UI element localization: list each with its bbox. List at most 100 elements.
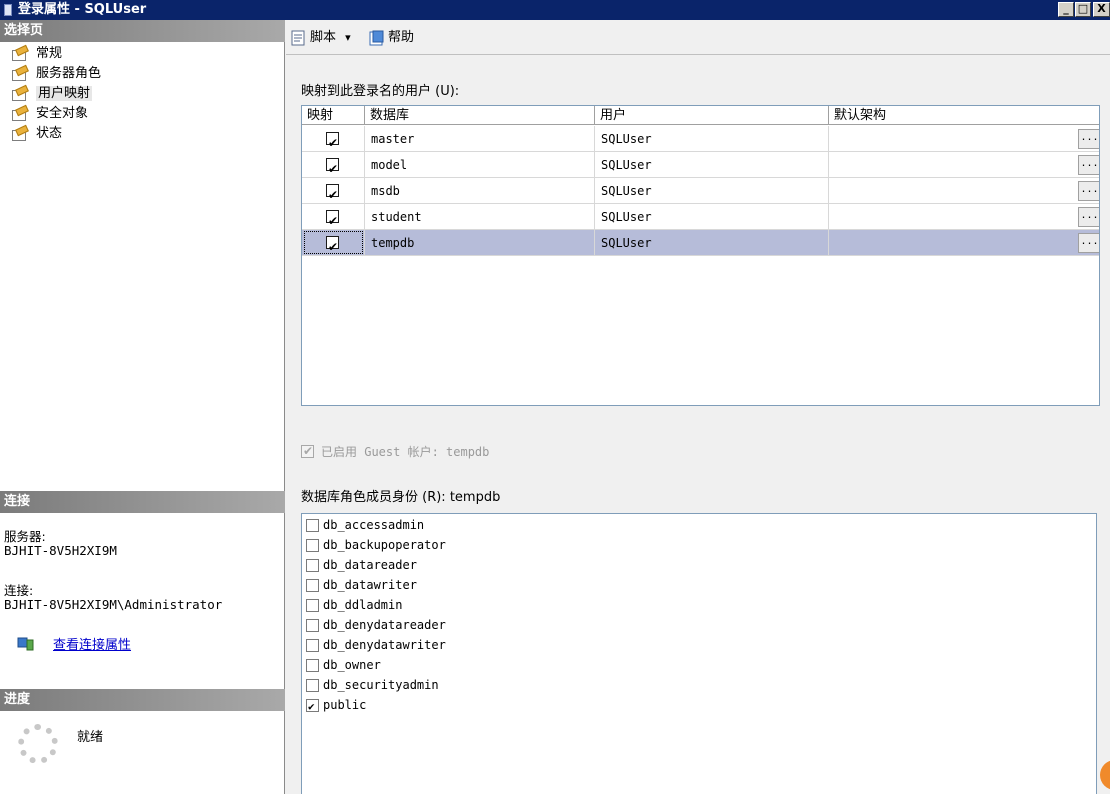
user-mapping-grid: 映射 数据库 用户 默认架构 masterSQLUser...modelSQLU… — [301, 105, 1100, 406]
role-item[interactable]: db_datareader — [305, 555, 417, 575]
close-button[interactable]: X — [1093, 2, 1110, 17]
database-cell: model — [365, 152, 595, 178]
role-item[interactable]: db_backupoperator — [305, 535, 446, 555]
help-label: 帮助 — [388, 30, 415, 45]
maximize-button[interactable]: □ — [1075, 2, 1091, 17]
app-icon — [4, 4, 12, 16]
mapping-row[interactable]: tempdbSQLUser... — [302, 230, 1099, 260]
mapping-row[interactable]: masterSQLUser... — [302, 126, 1099, 156]
mapping-row[interactable]: studentSQLUser... — [302, 204, 1099, 234]
user-mapping-label: 映射到此登录名的用户 (U): — [301, 84, 460, 99]
schema-cell[interactable]: ... — [829, 230, 1099, 256]
role-name: db_securityadmin — [323, 678, 439, 692]
role-name: db_datawriter — [323, 578, 417, 592]
role-item[interactable]: public — [305, 695, 367, 717]
role-checkbox[interactable] — [306, 559, 319, 572]
role-checkbox[interactable] — [306, 639, 319, 652]
minimize-button[interactable]: _ — [1058, 2, 1074, 17]
role-checkbox[interactable] — [306, 697, 319, 717]
user-cell[interactable]: SQLUser — [595, 126, 829, 152]
browse-schema-button[interactable]: ... — [1078, 129, 1099, 149]
role-checkbox[interactable] — [306, 619, 319, 632]
user-cell[interactable]: SQLUser — [595, 204, 829, 230]
role-item[interactable]: db_denydatareader — [305, 615, 446, 635]
database-cell: master — [365, 126, 595, 152]
select-page-header: 选择页 — [0, 20, 285, 42]
page-item[interactable]: 常规 — [10, 44, 62, 62]
help-button[interactable]: 帮助 — [366, 26, 414, 50]
role-checkbox[interactable] — [306, 539, 319, 552]
column-header-database[interactable]: 数据库 — [365, 106, 595, 125]
user-cell[interactable]: SQLUser — [595, 178, 829, 204]
connection-label: 连接: — [4, 583, 34, 598]
page-item-label: 安全对象 — [36, 106, 89, 121]
browse-schema-button[interactable]: ... — [1078, 181, 1099, 201]
role-checkbox[interactable] — [306, 659, 319, 672]
role-name: public — [323, 698, 367, 712]
database-cell: student — [365, 204, 595, 230]
user-cell[interactable]: SQLUser — [595, 230, 829, 256]
browse-schema-button[interactable]: ... — [1078, 207, 1099, 227]
column-header-default-schema[interactable]: 默认架构 — [829, 106, 1099, 125]
role-item[interactable]: db_datawriter — [305, 575, 417, 595]
browse-schema-button[interactable]: ... — [1078, 233, 1099, 253]
column-header-map[interactable]: 映射 — [302, 106, 365, 125]
role-item[interactable]: db_accessadmin — [305, 515, 424, 535]
page-item[interactable]: 安全对象 — [10, 104, 89, 122]
grid-header: 映射 数据库 用户 默认架构 — [302, 106, 1099, 125]
mapping-row[interactable]: modelSQLUser... — [302, 152, 1099, 182]
page-item[interactable]: 状态 — [10, 124, 62, 142]
connection-value: BJHIT-8V5H2XI9M\Administrator — [4, 597, 223, 612]
map-checkbox[interactable] — [326, 234, 339, 260]
role-name: db_owner — [323, 658, 381, 672]
user-cell[interactable]: SQLUser — [595, 152, 829, 178]
map-checkbox[interactable] — [326, 182, 339, 208]
map-checkbox[interactable] — [326, 156, 339, 182]
map-cell — [302, 178, 365, 208]
view-connection-properties-link[interactable]: 查看连接属性 — [53, 634, 131, 653]
role-membership-label: 数据库角色成员身份 (R): tempdb — [301, 490, 501, 505]
help-icon — [369, 30, 384, 46]
map-cell — [302, 152, 365, 182]
page-item[interactable]: 服务器角色 — [10, 64, 102, 82]
role-item[interactable]: db_securityadmin — [305, 675, 439, 695]
map-cell — [302, 204, 365, 234]
role-name: db_denydatawriter — [323, 638, 446, 652]
progress-status: 就绪 — [77, 730, 104, 745]
progress-header: 进度 — [0, 689, 285, 711]
guest-account-checkbox: 已启用 Guest 帐户: tempdb — [301, 443, 490, 460]
chevron-down-icon: ▾ — [345, 31, 351, 44]
page-item[interactable]: 用户映射 — [10, 84, 93, 102]
mapping-row[interactable]: msdbSQLUser... — [302, 178, 1099, 208]
browse-schema-button[interactable]: ... — [1078, 155, 1099, 175]
map-checkbox[interactable] — [326, 130, 339, 156]
role-checkbox[interactable] — [306, 519, 319, 532]
schema-cell[interactable]: ... — [829, 152, 1099, 178]
role-membership-list: db_accessadmin db_backupoperator db_datare… — [301, 513, 1097, 794]
page-item-label: 服务器角色 — [36, 66, 102, 81]
role-checkbox[interactable] — [306, 579, 319, 592]
guest-checkbox-box — [301, 443, 314, 459]
toolbar: 脚本 ▾ 帮助 — [286, 26, 1110, 52]
schema-cell[interactable]: ... — [829, 126, 1099, 152]
connection-properties-icon — [17, 637, 34, 651]
role-checkbox[interactable] — [306, 679, 319, 692]
role-item[interactable]: db_ddladmin — [305, 595, 402, 615]
map-checkbox[interactable] — [326, 208, 339, 234]
role-checkbox[interactable] — [306, 599, 319, 612]
guest-label: 已启用 Guest 帐户: tempdb — [321, 445, 490, 459]
role-name: db_accessadmin — [323, 518, 425, 532]
role-name: db_backupoperator — [323, 538, 446, 552]
role-item[interactable]: db_denydatawriter — [305, 635, 446, 655]
page-icon — [10, 124, 30, 141]
script-button[interactable]: 脚本 ▾ — [288, 26, 351, 50]
database-cell: msdb — [365, 178, 595, 204]
script-label: 脚本 — [310, 30, 337, 45]
map-cell — [302, 126, 365, 156]
connection-header: 连接 — [0, 491, 285, 513]
column-header-user[interactable]: 用户 — [595, 106, 829, 125]
role-item[interactable]: db_owner — [305, 655, 381, 675]
schema-cell[interactable]: ... — [829, 178, 1099, 204]
schema-cell[interactable]: ... — [829, 204, 1099, 230]
title-bar: 登录属性 - SQLUser _ □ X — [0, 0, 1110, 20]
